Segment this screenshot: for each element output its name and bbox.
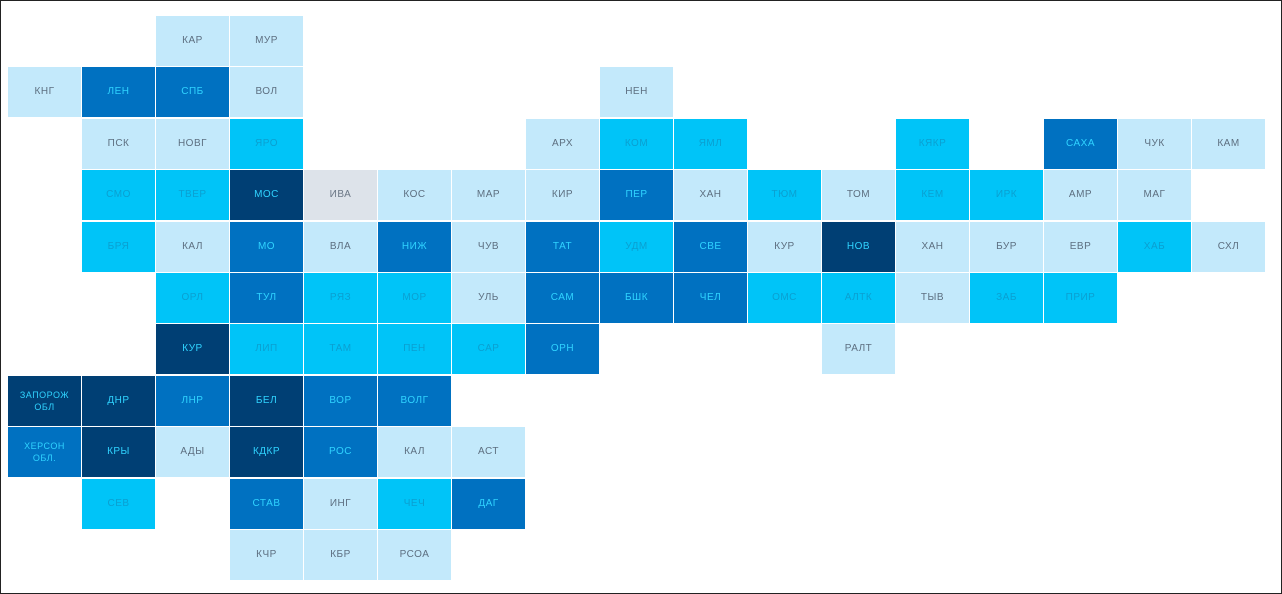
region-tile[interactable]: СМО — [82, 170, 155, 220]
region-tile[interactable]: ДАГ — [452, 479, 525, 529]
region-tile[interactable]: ТАТ — [526, 222, 599, 272]
region-tile[interactable]: ТАМ — [304, 324, 377, 374]
region-tile[interactable]: МАР — [452, 170, 525, 220]
region-tile[interactable]: САР — [452, 324, 525, 374]
region-tile[interactable]: КОС — [378, 170, 451, 220]
region-tile[interactable]: НИЖ — [378, 222, 451, 272]
region-tile[interactable]: СЕВ — [82, 479, 155, 529]
region-tile[interactable]: АСТ — [452, 427, 525, 477]
region-tile[interactable]: СТАВ — [230, 479, 303, 529]
region-tile[interactable]: ЕВР — [1044, 222, 1117, 272]
region-tile[interactable]: ВОР — [304, 376, 377, 426]
region-tile[interactable]: УДМ — [600, 222, 673, 272]
region-tile[interactable]: ЧУВ — [452, 222, 525, 272]
region-tile[interactable]: САХА — [1044, 119, 1117, 169]
region-tile[interactable]: РАЛТ — [822, 324, 895, 374]
region-tile[interactable]: МАГ — [1118, 170, 1191, 220]
region-tile[interactable]: АЛТК — [822, 273, 895, 323]
region-tile[interactable]: АРХ — [526, 119, 599, 169]
region-tile[interactable]: БШК — [600, 273, 673, 323]
region-tile[interactable]: КРЫ — [82, 427, 155, 477]
region-tile[interactable]: КАЛ — [156, 222, 229, 272]
region-tile[interactable]: АМР — [1044, 170, 1117, 220]
region-tile[interactable]: СПБ — [156, 67, 229, 117]
region-tile[interactable]: КАМ — [1192, 119, 1265, 169]
region-tile[interactable]: ТЮМ — [748, 170, 821, 220]
region-tile[interactable]: МОС — [230, 170, 303, 220]
region-tile[interactable]: МУР — [230, 16, 303, 66]
region-tile[interactable]: СВЕ — [674, 222, 747, 272]
region-tile[interactable]: РСОА — [378, 530, 451, 580]
region-tile[interactable]: ВОЛГ — [378, 376, 451, 426]
region-tile[interactable]: ЧЕЛ — [674, 273, 747, 323]
region-tile[interactable]: ТВЕР — [156, 170, 229, 220]
region-tile[interactable]: КДКР — [230, 427, 303, 477]
region-tile[interactable]: АДЫ — [156, 427, 229, 477]
region-tile[interactable]: КБР — [304, 530, 377, 580]
region-tile[interactable]: ИРК — [970, 170, 1043, 220]
region-tile[interactable]: ХЕРСОН ОБЛ. — [8, 427, 81, 477]
region-tile[interactable]: ПЕР — [600, 170, 673, 220]
tile-map: КАР МУР КНГ ЛЕН СПБ ВОЛ НЕН ПСК НОВГ ЯРО АРХ КОМ ЯМЛ… — [0, 0, 1282, 594]
region-tile[interactable]: КЕМ — [896, 170, 969, 220]
region-tile[interactable]: ЛНР — [156, 376, 229, 426]
region-tile[interactable]: ХАН — [896, 222, 969, 272]
region-tile[interactable]: ТЫВ — [896, 273, 969, 323]
region-tile[interactable]: КАР — [156, 16, 229, 66]
region-tile[interactable]: ЛЕН — [82, 67, 155, 117]
region-tile[interactable]: РОС — [304, 427, 377, 477]
region-tile[interactable]: ТОМ — [822, 170, 895, 220]
region-tile[interactable]: ЛИП — [230, 324, 303, 374]
region-tile[interactable]: КОМ — [600, 119, 673, 169]
region-tile[interactable]: РЯЗ — [304, 273, 377, 323]
region-tile[interactable]: КЧР — [230, 530, 303, 580]
region-tile[interactable]: ЗАПОРОЖ ОБЛ — [8, 376, 81, 426]
region-tile[interactable]: УЛЬ — [452, 273, 525, 323]
region-tile[interactable]: КНГ — [8, 67, 81, 117]
region-tile[interactable]: ВОЛ — [230, 67, 303, 117]
region-tile[interactable]: БЕЛ — [230, 376, 303, 426]
region-tile[interactable]: БУР — [970, 222, 1043, 272]
region-tile[interactable]: ПЕН — [378, 324, 451, 374]
region-tile[interactable]: НОВГ — [156, 119, 229, 169]
region-tile[interactable]: БРЯ — [82, 222, 155, 272]
region-tile[interactable]: СХЛ — [1192, 222, 1265, 272]
region-tile[interactable]: НЕН — [600, 67, 673, 117]
region-tile[interactable]: ЗАБ — [970, 273, 1043, 323]
region-tile[interactable]: ЯМЛ — [674, 119, 747, 169]
region-tile[interactable]: ОМС — [748, 273, 821, 323]
region-tile[interactable]: НОВ — [822, 222, 895, 272]
region-tile[interactable]: ТУЛ — [230, 273, 303, 323]
region-tile[interactable]: ЧУК — [1118, 119, 1191, 169]
region-tile[interactable]: КЯКР — [896, 119, 969, 169]
region-tile[interactable]: ОРЛ — [156, 273, 229, 323]
region-tile[interactable]: МО — [230, 222, 303, 272]
region-tile[interactable]: КАЛ — [378, 427, 451, 477]
region-tile[interactable]: ИНГ — [304, 479, 377, 529]
region-tile[interactable]: ИВА — [304, 170, 377, 220]
region-tile[interactable]: ЧЕЧ — [378, 479, 451, 529]
region-tile[interactable]: КУР — [156, 324, 229, 374]
region-tile[interactable]: КУР — [748, 222, 821, 272]
region-tile[interactable]: ЯРО — [230, 119, 303, 169]
region-tile[interactable]: ПСК — [82, 119, 155, 169]
region-tile[interactable]: ВЛА — [304, 222, 377, 272]
region-tile[interactable]: ДНР — [82, 376, 155, 426]
region-tile[interactable]: МОР — [378, 273, 451, 323]
region-tile[interactable]: ПРИР — [1044, 273, 1117, 323]
region-tile[interactable]: ОРН — [526, 324, 599, 374]
region-tile[interactable]: САМ — [526, 273, 599, 323]
region-tile[interactable]: ХАН — [674, 170, 747, 220]
region-tile[interactable]: КИР — [526, 170, 599, 220]
region-tile[interactable]: ХАБ — [1118, 222, 1191, 272]
